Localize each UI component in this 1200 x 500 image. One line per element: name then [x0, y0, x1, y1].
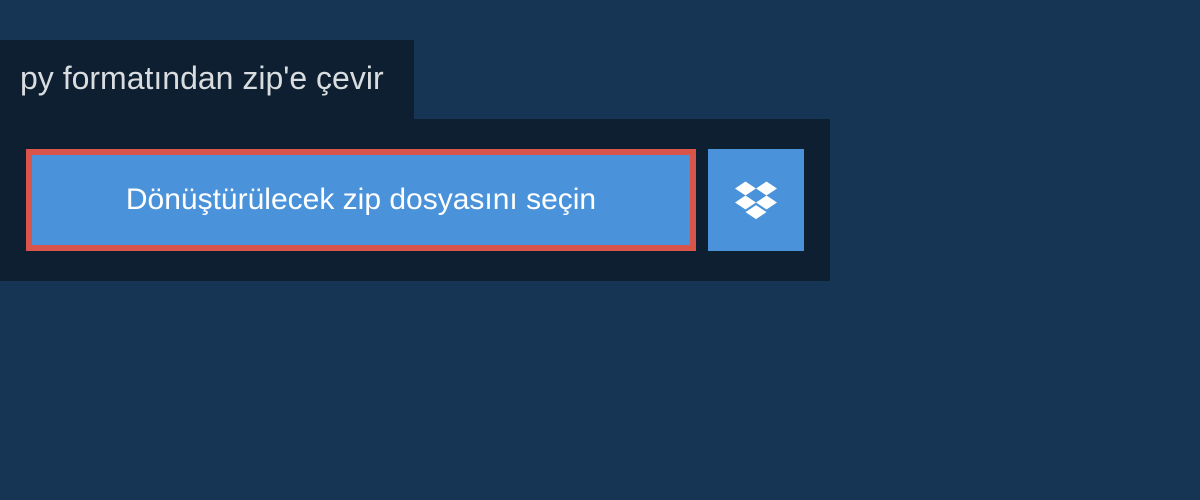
dropbox-button[interactable] — [708, 149, 804, 251]
page-title-tab: py formatından zip'e çevir — [0, 40, 414, 119]
select-file-button[interactable]: Dönüştürülecek zip dosyasını seçin — [26, 149, 696, 251]
page-title: py formatından zip'e çevir — [20, 60, 384, 96]
select-file-label: Dönüştürülecek zip dosyasını seçin — [126, 183, 596, 217]
dropbox-icon — [735, 178, 777, 223]
upload-panel: Dönüştürülecek zip dosyasını seçin — [0, 119, 830, 281]
